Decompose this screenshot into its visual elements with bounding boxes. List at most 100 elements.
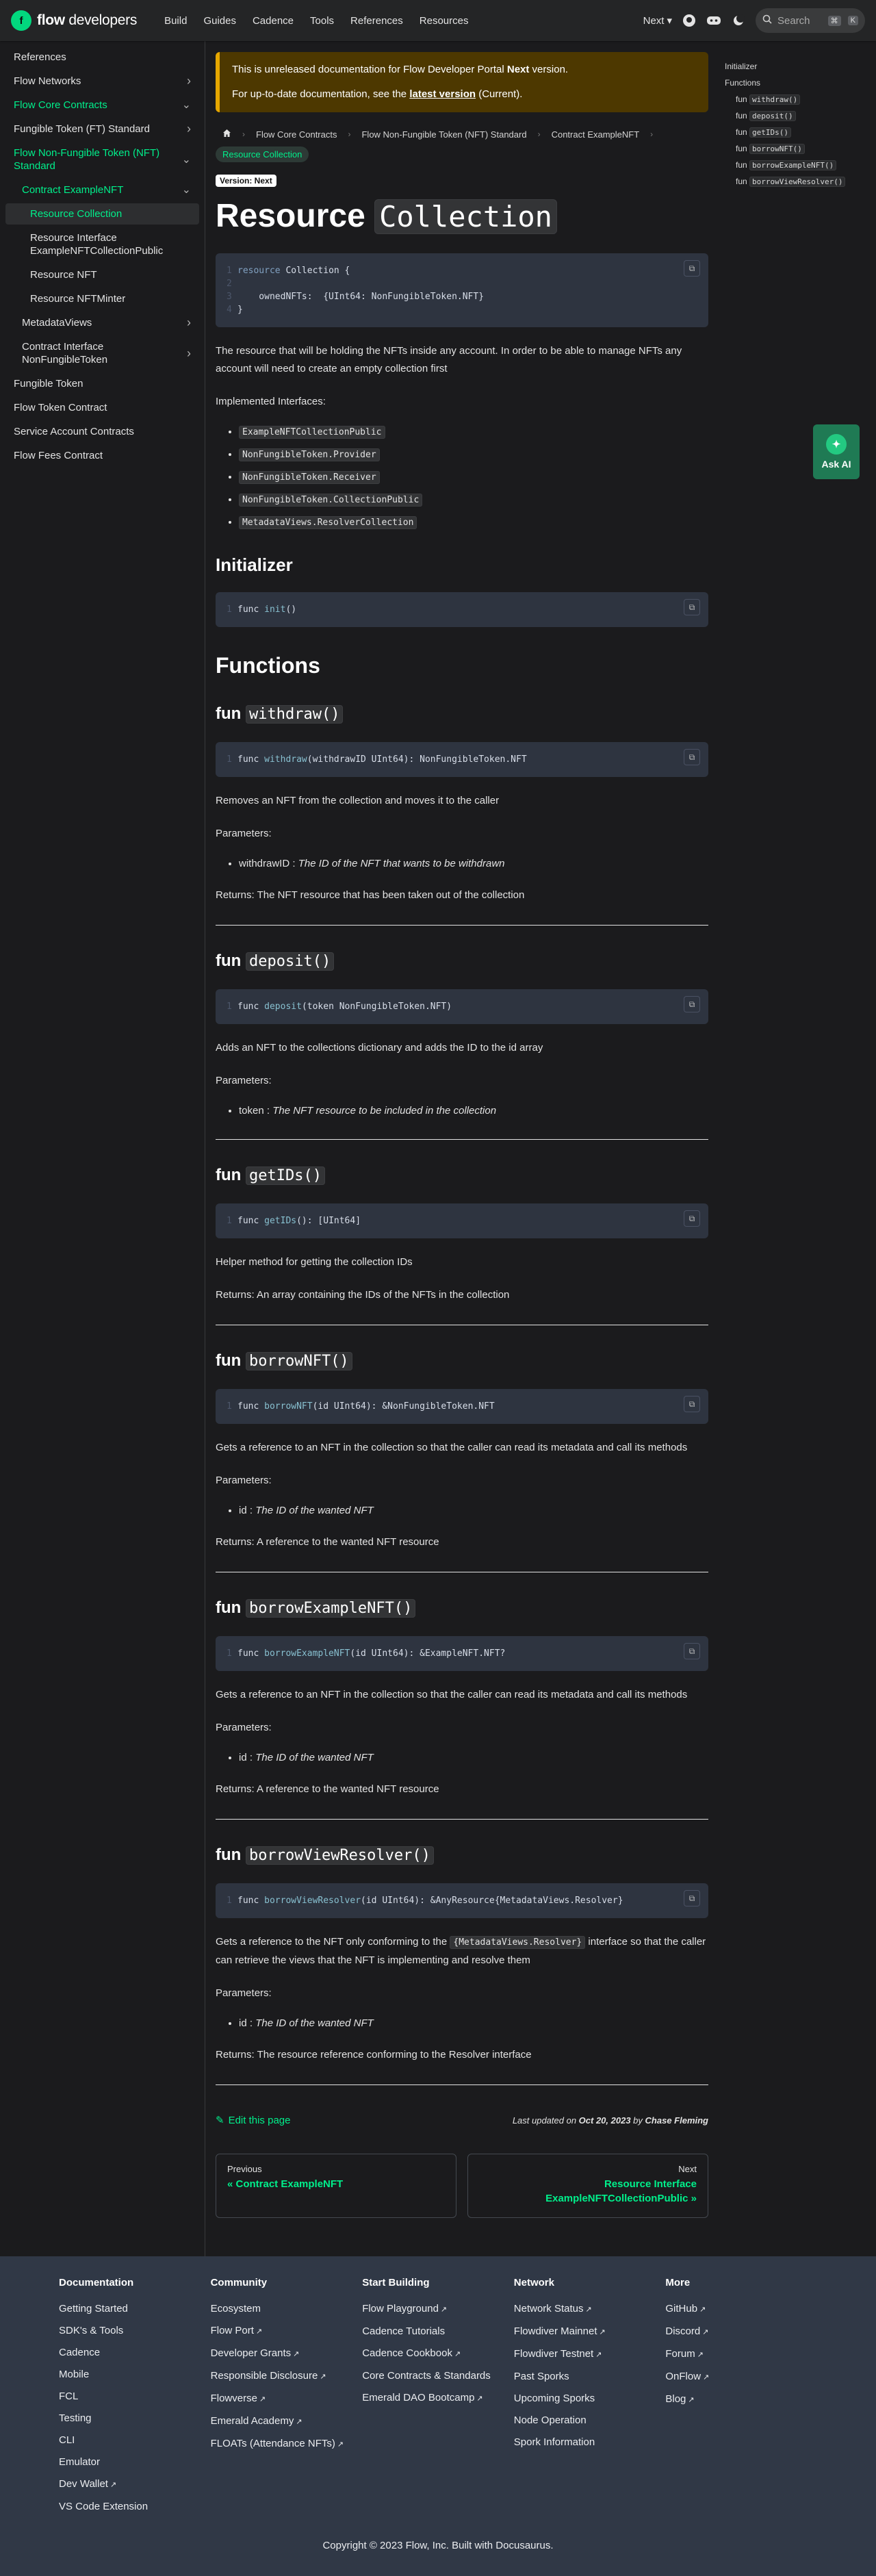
nav-link-build[interactable]: Build [156, 10, 195, 32]
chevron-down-icon[interactable]: ⌄ [182, 99, 191, 112]
toc-item[interactable]: fun borrowViewResolver() [725, 177, 866, 187]
footer-link[interactable]: Blog ↗ [665, 2388, 817, 2411]
sidebar-item[interactable]: MetadataViews › [5, 312, 199, 333]
footer-link[interactable]: Core Contracts & Standards [362, 2365, 514, 2387]
footer-link[interactable]: Getting Started [59, 2298, 211, 2320]
copy-icon[interactable]: ⧉ [684, 599, 700, 615]
toc-item[interactable]: fun withdraw() [725, 94, 866, 105]
sidebar-item[interactable]: Contract Interface NonFungibleToken › [5, 336, 199, 370]
chevron-down-icon[interactable]: ⌄ [182, 153, 191, 166]
toc-item[interactable]: Initializer [725, 62, 866, 72]
github-icon[interactable] [682, 13, 697, 28]
footer-link[interactable]: Node Operation [514, 2410, 666, 2432]
search-button[interactable]: Search ⌘ K [756, 8, 865, 33]
footer-link[interactable]: Discord ↗ [665, 2321, 817, 2343]
code-keyword: func [237, 1896, 265, 1906]
copy-icon[interactable]: ⧉ [684, 1643, 700, 1659]
footer-link[interactable]: FCL [59, 2386, 211, 2408]
code-text: () [285, 604, 297, 615]
sidebar-item[interactable]: Service Account Contracts [5, 421, 199, 442]
footer-link[interactable]: Upcoming Sporks [514, 2388, 666, 2410]
pagination-prev[interactable]: Previous « Contract ExampleNFT [216, 2154, 456, 2218]
toc-item[interactable]: fun borrowNFT() [725, 144, 866, 154]
toc-item[interactable]: fun deposit() [725, 111, 866, 121]
toc-item[interactable]: fun borrowExampleNFT() [725, 160, 866, 170]
sidebar-item[interactable]: Flow Networks › [5, 71, 199, 92]
footer-link[interactable]: Testing [59, 2408, 211, 2430]
footer-link-label: Testing [59, 2412, 92, 2424]
footer-link[interactable]: Dev Wallet ↗ [59, 2473, 211, 2496]
footer-link[interactable]: Cadence [59, 2342, 211, 2364]
footer-link[interactable]: Forum ↗ [665, 2343, 817, 2366]
toc-keyword: fun [736, 160, 750, 170]
latest-version-link[interactable]: latest version [409, 88, 476, 100]
edit-page-link[interactable]: ✎ Edit this page [216, 2114, 290, 2127]
chevron-down-icon[interactable]: ⌄ [182, 183, 191, 196]
sidebar-item[interactable]: Flow Non-Fungible Token (NFT) Standard ⌄ [5, 142, 199, 177]
chevron-right-icon[interactable]: › [187, 346, 191, 360]
footer-link[interactable]: SDK's & Tools [59, 2320, 211, 2342]
footer-link[interactable]: Responsible Disclosure ↗ [211, 2365, 363, 2388]
brand-logo[interactable]: f flow developers [11, 10, 137, 31]
chevron-right-icon[interactable]: › [187, 75, 191, 88]
chevron-right-icon[interactable]: › [187, 316, 191, 329]
sidebar-item[interactable]: Fungible Token (FT) Standard › [5, 118, 199, 140]
footer-link[interactable]: Cadence Cookbook ↗ [362, 2343, 514, 2365]
param-description: The ID of the wanted NFT [255, 1752, 374, 1763]
footer-link[interactable]: Flow Playground ↗ [362, 2298, 514, 2321]
theme-toggle-icon[interactable] [731, 13, 746, 28]
sidebar-item[interactable]: Flow Token Contract [5, 397, 199, 418]
copy-icon[interactable]: ⧉ [684, 1890, 700, 1907]
footer-link[interactable]: Mobile [59, 2364, 211, 2386]
sidebar-item[interactable]: Resource Interface ExampleNFTCollectionP… [5, 227, 199, 262]
sidebar-item[interactable]: Resource NFT [5, 264, 199, 285]
pagination-next[interactable]: Next Resource Interface ExampleNFTCollec… [467, 2154, 708, 2218]
sidebar-item[interactable]: Resource NFTMinter [5, 288, 199, 309]
nav-link-tools[interactable]: Tools [302, 10, 342, 32]
toc-item[interactable]: fun getIDs() [725, 127, 866, 138]
footer-link[interactable]: Emerald Academy ↗ [211, 2410, 363, 2433]
chevron-right-icon: › [348, 129, 351, 139]
sidebar-item[interactable]: References [5, 47, 199, 68]
footer-link[interactable]: Flowverse ↗ [211, 2388, 363, 2410]
nav-link-guides[interactable]: Guides [195, 10, 244, 32]
breadcrumb-item[interactable]: Flow Non-Fungible Token (NFT) Standard [355, 127, 533, 142]
footer-link[interactable]: GitHub ↗ [665, 2298, 817, 2321]
footer-link[interactable]: Cadence Tutorials [362, 2321, 514, 2343]
sidebar-item[interactable]: Contract ExampleNFT ⌄ [5, 179, 199, 201]
footer-link[interactable]: Flowdiver Mainnet ↗ [514, 2321, 666, 2343]
discord-icon[interactable] [706, 13, 721, 28]
footer-link[interactable]: Developer Grants ↗ [211, 2343, 363, 2365]
footer-link[interactable]: Ecosystem [211, 2298, 363, 2320]
breadcrumb-item[interactable]: Flow Core Contracts [249, 127, 344, 142]
copy-icon[interactable]: ⧉ [684, 996, 700, 1012]
copy-icon[interactable]: ⧉ [684, 1210, 700, 1227]
footer-link[interactable]: CLI [59, 2430, 211, 2451]
ask-ai-button[interactable]: ✦ Ask AI [813, 424, 860, 479]
nav-link-resources[interactable]: Resources [411, 10, 477, 32]
footer-link[interactable]: VS Code Extension [59, 2496, 211, 2518]
toc-item[interactable]: Functions [725, 78, 866, 88]
footer-link[interactable]: FLOATs (Attendance NFTs) ↗ [211, 2433, 363, 2456]
footer-link[interactable]: Emulator [59, 2451, 211, 2473]
nav-link-references[interactable]: References [342, 10, 411, 32]
footer-link[interactable]: OnFlow ↗ [665, 2366, 817, 2388]
copy-icon[interactable]: ⧉ [684, 1396, 700, 1412]
footer-link[interactable]: Emerald DAO Bootcamp ↗ [362, 2387, 514, 2410]
copy-icon[interactable]: ⧉ [684, 749, 700, 765]
breadcrumb-item[interactable]: Contract ExampleNFT [545, 127, 647, 142]
footer-link[interactable]: Flowdiver Testnet ↗ [514, 2343, 666, 2366]
footer-link[interactable]: Network Status ↗ [514, 2298, 666, 2321]
version-dropdown[interactable]: Next ▾ [643, 14, 672, 27]
footer-link[interactable]: Spork Information [514, 2432, 666, 2453]
chevron-right-icon[interactable]: › [187, 123, 191, 136]
sidebar-item[interactable]: Flow Fees Contract [5, 445, 199, 466]
footer-link[interactable]: Past Sporks [514, 2366, 666, 2388]
footer-link[interactable]: Flow Port ↗ [211, 2320, 363, 2343]
sidebar-item[interactable]: Fungible Token [5, 373, 199, 394]
nav-link-cadence[interactable]: Cadence [244, 10, 302, 32]
copy-icon[interactable]: ⧉ [684, 260, 700, 277]
sidebar-item[interactable]: Resource Collection [5, 203, 199, 225]
breadcrumb-home[interactable] [216, 126, 238, 142]
sidebar-item[interactable]: Flow Core Contracts ⌄ [5, 94, 199, 116]
